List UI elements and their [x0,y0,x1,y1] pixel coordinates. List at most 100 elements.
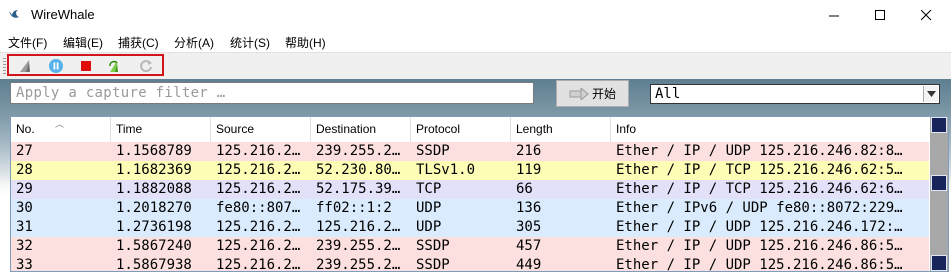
minimize-button[interactable] [811,0,857,30]
window-title: WireWhale [31,7,95,22]
table-row[interactable]: 27 1.1568789 125.216.2… 239.255.2… SSDP 216 Et… [11,142,929,161]
cell-dst: 52.175.39… [316,181,401,197]
stop-icon [81,61,91,71]
cell-no: 30 [16,200,33,216]
toolbar-grip[interactable] [3,58,6,75]
cell-len: 305 [516,219,542,235]
cell-dst: 239.255.2… [316,143,401,159]
cell-dst: 239.255.2… [316,257,401,272]
cell-src: 125.216.2… [216,257,301,272]
cell-dst: 125.216.2… [316,219,401,235]
cell-proto: TLSv1.0 [416,162,476,178]
cell-len: 66 [516,181,533,197]
cell-len: 119 [516,162,542,178]
column-header-protocol[interactable]: Protocol [411,117,511,142]
cell-info: Ether / IPv6 / UDP fe80::8072:229… [616,200,903,216]
app-logo-icon [9,10,19,18]
capture-filter-placeholder: Apply a capture filter … [16,85,226,101]
table-row[interactable]: 29 1.1882088 125.216.2… 52.175.39… TCP 66 Ethe… [11,180,929,199]
column-header-destination[interactable]: Destination [311,117,411,142]
minimize-icon [828,15,839,16]
cell-len: 449 [516,257,542,272]
table-row[interactable]: 28 1.1682369 125.216.2… 52.230.80… TLSv1.0 11… [11,161,929,180]
menu-help[interactable]: 帮助(H) [285,34,326,51]
column-header-info[interactable]: Info [611,117,929,142]
close-button[interactable] [903,0,949,30]
maximize-icon [874,9,885,20]
menu-file[interactable]: 文件(F) [8,34,47,51]
cell-time: 1.1568789 [116,143,192,159]
start-button-label: 开始 [591,87,616,101]
menu-statistics[interactable]: 统计(S) [230,34,270,51]
cell-proto: UDP [416,219,442,235]
scroll-thumb[interactable] [931,175,947,191]
cell-len: 216 [516,143,542,159]
cell-info: Ether / IP / UDP 125.216.246.86:5… [616,238,903,254]
packet-list-header: ︿ No. Time Source Destination Protocol L… [11,117,929,143]
cell-src: fe80::807… [216,200,301,216]
table-row[interactable]: 31 1.2736198 125.216.2… 125.216.2… UDP 305 Eth… [11,218,929,237]
scroll-down-button[interactable] [931,255,947,271]
main-toolbar [0,52,951,80]
menu-bar: 文件(F) 编辑(E) 捕获(C) 分析(A) 统计(S) 帮助(H) [0,30,951,52]
maximize-button[interactable] [857,0,903,30]
vertical-scrollbar[interactable] [930,117,948,271]
cell-info: Ether / IP / TCP 125.216.246.62:6… [616,181,903,197]
chevron-down-icon[interactable] [923,86,938,102]
cell-time: 1.1882088 [116,181,192,197]
shark-fin-icon [20,60,30,72]
column-header-time[interactable]: Time [111,117,211,142]
interface-select[interactable]: All [650,84,940,104]
cell-no: 32 [16,238,33,254]
cell-src: 125.216.2… [216,181,301,197]
cell-no: 27 [16,143,33,159]
cell-time: 1.2736198 [116,219,192,235]
capture-filter-input[interactable]: Apply a capture filter … [10,82,534,104]
cell-no: 28 [16,162,33,178]
column-header-length[interactable]: Length [511,117,611,142]
arrow-right-icon [569,87,589,100]
cell-dst: ff02::1:2 [316,200,392,216]
cell-time: 1.1682369 [116,162,192,178]
cell-proto: SSDP [416,257,450,272]
cell-proto: TCP [416,181,442,197]
table-row[interactable]: 32 1.5867240 125.216.2… 239.255.2… SSDP 457 Et… [11,237,929,256]
pause-capture-button[interactable] [47,57,65,75]
scroll-up-button[interactable] [931,117,947,133]
stop-capture-button[interactable] [77,57,95,75]
cell-time: 1.5867240 [116,238,192,254]
start-button[interactable]: 开始 [556,80,629,107]
cell-no: 33 [16,257,33,272]
refresh-icon [140,60,152,73]
cell-dst: 239.255.2… [316,238,401,254]
cell-len: 457 [516,238,542,254]
cell-proto: SSDP [416,238,450,254]
cell-src: 125.216.2… [216,238,301,254]
cell-proto: UDP [416,200,442,216]
interface-select-value: All [655,86,681,102]
close-icon [920,9,931,20]
packet-list[interactable]: ︿ No. Time Source Destination Protocol L… [10,116,949,272]
cell-time: 1.2018270 [116,200,192,216]
table-row[interactable]: 30 1.2018270 fe80::807… ff02::1:2 UDP 136 Ethe… [11,199,929,218]
column-header-source[interactable]: Source [211,117,311,142]
cell-proto: SSDP [416,143,450,159]
menu-edit[interactable]: 编辑(E) [63,34,103,51]
cell-info: Ether / IP / UDP 125.216.246.172:… [616,219,903,235]
start-capture-button[interactable] [17,57,35,75]
cell-info: Ether / IP / UDP 125.216.246.82:8… [616,143,903,159]
title-bar: WireWhale [0,0,951,30]
cell-src: 125.216.2… [216,162,301,178]
sort-ascending-icon: ︿ [55,119,65,129]
cell-no: 31 [16,219,33,235]
table-row[interactable]: 33 1.5867938 125.216.2… 239.255.2… SSDP 449 Et… [11,256,929,272]
column-header-no[interactable]: ︿ No. [11,117,111,142]
cell-len: 136 [516,200,542,216]
menu-capture[interactable]: 捕获(C) [118,34,159,51]
menu-analyze[interactable]: 分析(A) [174,34,214,51]
cell-src: 125.216.2… [216,219,301,235]
reload-button[interactable] [137,57,155,75]
cell-src: 125.216.2… [216,143,301,159]
restart-capture-button[interactable] [106,57,124,75]
cell-info: Ether / IP / UDP 125.216.246.86:5… [616,257,903,272]
